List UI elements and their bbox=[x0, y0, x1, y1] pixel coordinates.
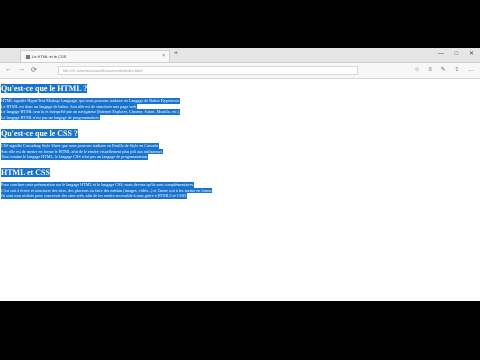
hub-icon[interactable]: ≡ bbox=[428, 67, 432, 73]
window-controls: — □ ✕ bbox=[429, 50, 474, 57]
address-bar[interactable]: file:///C:/Users/dunord/Documents/index.… bbox=[58, 66, 358, 75]
browser-window: Le HTML et le CSS × + — □ ✕ ← → ⟳ file:/… bbox=[0, 48, 480, 301]
favorite-icon[interactable]: ☆ bbox=[414, 67, 419, 73]
share-icon[interactable]: ⇪ bbox=[454, 67, 459, 73]
paragraph-css: CSS signifie Cascading Style Sheet que n… bbox=[1, 143, 164, 160]
tab-close-icon[interactable]: × bbox=[162, 51, 165, 62]
tab-bar: Le HTML et le CSS × + — □ ✕ bbox=[0, 48, 480, 63]
refresh-icon[interactable]: ⟳ bbox=[31, 66, 37, 74]
heading-css: Qu'est-ce que le CSS ? bbox=[1, 129, 78, 138]
toolbar: ← → ⟳ file:///C:/Users/dunord/Documents/… bbox=[0, 63, 480, 79]
paragraph-html-css: Pour conclure cette présentation sur le … bbox=[1, 182, 213, 199]
letterbox-bottom bbox=[0, 301, 480, 360]
text-line: CSS signifie Cascading Style Sheet que n… bbox=[1, 143, 160, 149]
paragraph-html: HTML signifie HyperText Markup Language,… bbox=[1, 98, 181, 121]
back-icon[interactable]: ← bbox=[5, 66, 12, 73]
page-icon bbox=[26, 54, 30, 59]
text-line: Le langage HTML n'est pas un langage de … bbox=[1, 114, 100, 121]
note-icon[interactable]: ✎ bbox=[441, 67, 446, 73]
more-icon[interactable]: … bbox=[468, 67, 474, 73]
text-line: Ils sont tous utilisés pour concevoir de… bbox=[1, 193, 188, 199]
heading-html: Qu'est-ce que le HTML ? bbox=[1, 84, 88, 93]
text-line: Le langage HTML sera lu et interprété pa… bbox=[1, 109, 181, 115]
minimize-button[interactable]: — bbox=[438, 51, 444, 57]
close-window-button[interactable]: ✕ bbox=[469, 51, 474, 57]
new-tab-button[interactable]: + bbox=[174, 50, 178, 57]
tab-active[interactable]: Le HTML et le CSS × bbox=[20, 50, 170, 62]
tab-title: Le HTML et le CSS bbox=[32, 54, 67, 59]
maximize-button[interactable]: □ bbox=[455, 51, 459, 57]
toolbar-icons: ☆ ≡ ✎ ⇪ … bbox=[407, 66, 474, 73]
text-line: Pour conclure cette présentation sur le … bbox=[1, 182, 195, 188]
text-line: Tout comme le langage HTML, le langage C… bbox=[1, 154, 149, 160]
heading-html-css: HTML et CSS bbox=[1, 168, 50, 177]
text-line: HTML signifie HyperText Markup Language,… bbox=[1, 98, 181, 104]
forward-icon[interactable]: → bbox=[18, 66, 25, 73]
